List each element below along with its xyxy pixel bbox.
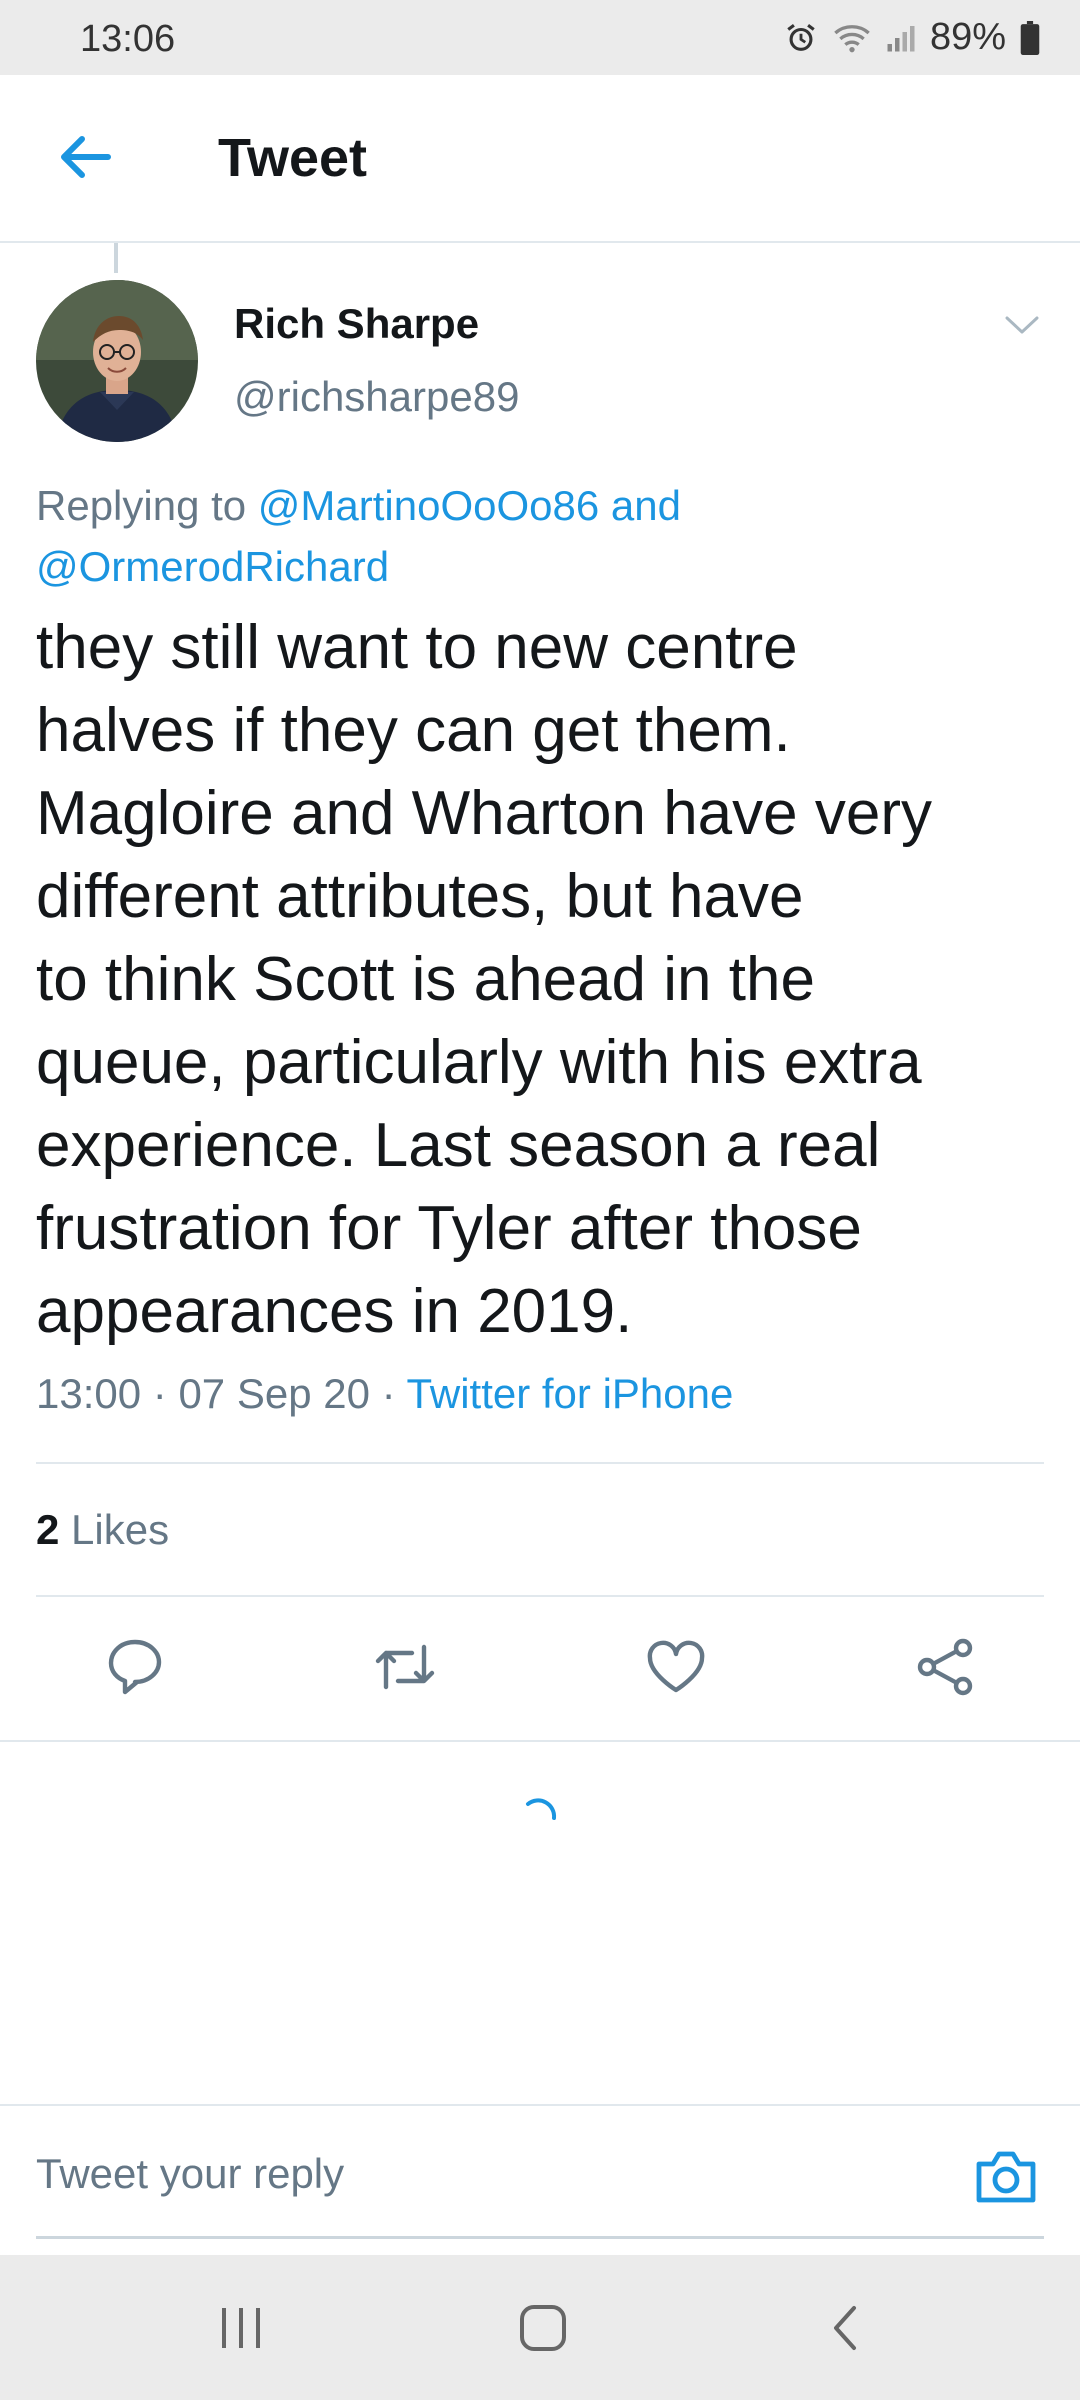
- tweet-time: 13:00: [36, 1370, 142, 1417]
- retweet-button[interactable]: [365, 1633, 445, 1705]
- arrow-left-icon: [56, 133, 112, 186]
- app-header: Tweet: [0, 75, 1080, 243]
- battery-icon: [1020, 20, 1040, 55]
- recents-button[interactable]: [196, 2295, 286, 2365]
- system-back-button[interactable]: [800, 2295, 890, 2365]
- avatar[interactable]: [36, 280, 198, 442]
- mention-link[interactable]: @OrmerodRichard: [36, 543, 389, 590]
- reply-underline: [36, 2236, 1044, 2239]
- thread-connector: [114, 243, 118, 273]
- reply-icon: [105, 1638, 165, 1701]
- tweet-client-link[interactable]: Twitter for iPhone: [407, 1370, 734, 1417]
- retweet-icon: [372, 1639, 438, 1700]
- system-nav-bar: [0, 2255, 1080, 2400]
- tweet-meta: 13:00 · 07 Sep 20 · Twitter for iPhone: [36, 1370, 733, 1418]
- signal-icon: [886, 21, 916, 55]
- tweet-action-bar: [0, 1597, 1080, 1741]
- recents-icon: [218, 2306, 264, 2355]
- replying-prefix: Replying to: [36, 482, 258, 529]
- like-button[interactable]: [636, 1633, 716, 1705]
- reply-input[interactable]: [36, 2150, 936, 2198]
- tweet-text: they still want to new centre halves if …: [36, 613, 933, 1346]
- replying-to: Replying to @MartinoOoOo86 and @OrmerodRi…: [36, 475, 1036, 597]
- likes-count-link[interactable]: 2 Likes: [36, 1506, 169, 1554]
- share-icon: [915, 1638, 975, 1701]
- tweet-date: 07 Sep 20: [178, 1370, 370, 1417]
- home-icon: [518, 2303, 568, 2358]
- back-button[interactable]: [44, 119, 124, 199]
- likes-count: 2: [36, 1506, 60, 1553]
- meta-separator: ·: [369, 1370, 407, 1417]
- more-options-button[interactable]: [994, 302, 1050, 352]
- battery-percent: 89%: [929, 16, 1006, 58]
- camera-button[interactable]: [970, 2146, 1042, 2212]
- back-icon: [830, 2304, 860, 2357]
- reply-button[interactable]: [95, 1633, 175, 1705]
- author-handle[interactable]: @richsharpe89: [234, 373, 519, 421]
- heart-icon: [646, 1640, 706, 1699]
- chevron-down-icon: [1005, 315, 1039, 340]
- wifi-icon: [832, 21, 872, 55]
- page-title: Tweet: [218, 128, 368, 188]
- author-name[interactable]: Rich Sharpe: [234, 300, 479, 348]
- loading-spinner-icon: [520, 1796, 560, 1836]
- home-button[interactable]: [498, 2295, 588, 2365]
- likes-label: Likes: [59, 1506, 170, 1553]
- status-time: 13:06: [80, 18, 176, 60]
- mention-link[interactable]: @MartinoOoOo86: [258, 482, 599, 529]
- mention-joiner: and: [599, 482, 682, 529]
- share-button[interactable]: [905, 1633, 985, 1705]
- meta-separator: ·: [141, 1370, 179, 1417]
- divider: [36, 1462, 1044, 1464]
- reply-composer: [0, 2104, 1080, 2254]
- camera-icon: [973, 2148, 1039, 2211]
- alarm-icon: [784, 21, 818, 55]
- status-icons: 89%: [784, 16, 1040, 59]
- divider: [0, 1740, 1080, 1742]
- status-bar: 13:06 89%: [0, 0, 1080, 75]
